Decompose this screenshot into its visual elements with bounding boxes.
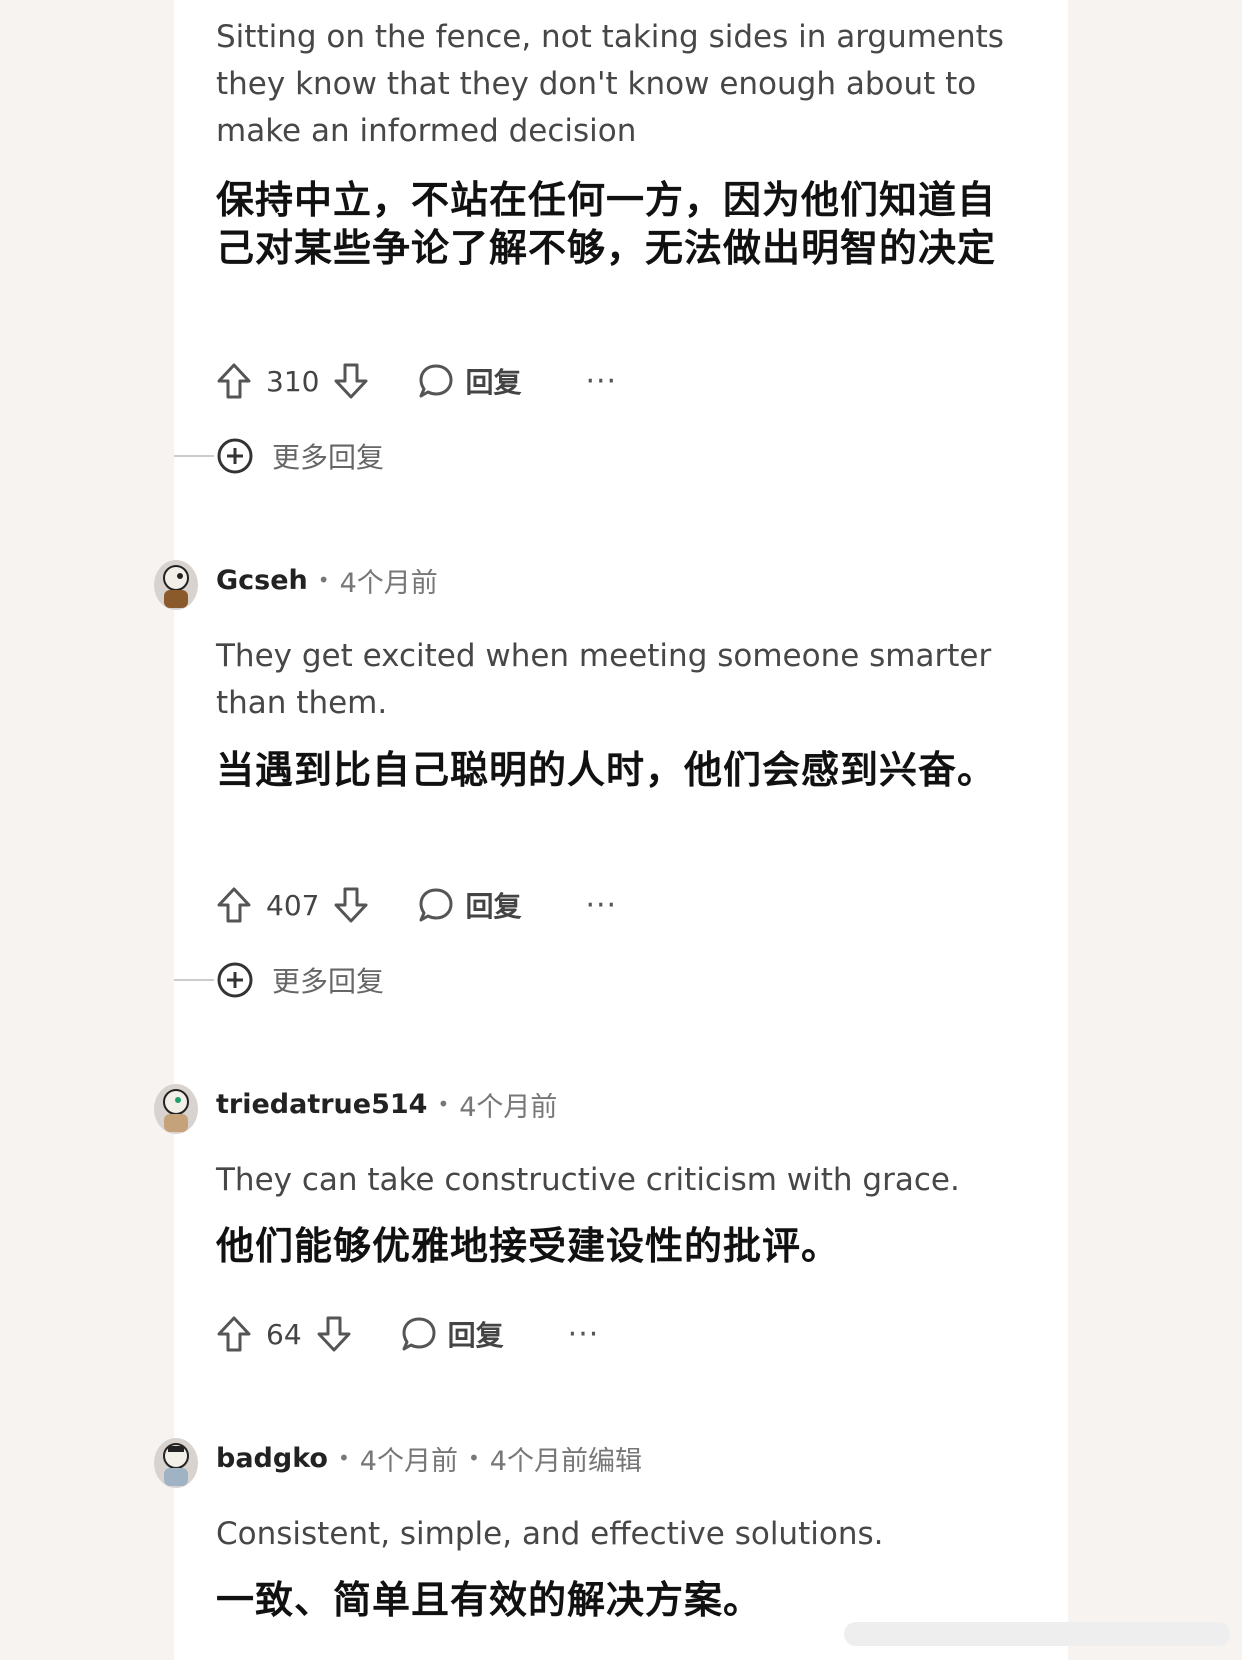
comment-translation: 他们能够优雅地接受建设性的批评。 bbox=[216, 1222, 1016, 1270]
comment-body: They can take constructive criticism wit… bbox=[216, 1157, 1016, 1204]
comment-actions: 407 回复 ··· bbox=[216, 883, 617, 927]
comment-body: Consistent, simple, and effective soluti… bbox=[216, 1511, 1016, 1558]
more-replies-button[interactable]: 更多回复 bbox=[216, 436, 384, 476]
comment-bubble-icon bbox=[419, 364, 453, 398]
comment-text-chinese: 当遇到比自己聪明的人时，他们会感到兴奋。 bbox=[216, 748, 997, 792]
comment-thread-panel: Sitting on the fence, not taking sides i… bbox=[154, 0, 1068, 1660]
more-options-icon[interactable]: ··· bbox=[585, 364, 617, 399]
expand-plus-icon bbox=[217, 962, 253, 998]
comment-header: badgko • 4个月前 • 4个月前编辑 bbox=[216, 1438, 642, 1478]
comment-text-chinese: 他们能够优雅地接受建设性的批评。 bbox=[216, 1224, 841, 1268]
downvote-icon[interactable] bbox=[333, 362, 369, 400]
comment-actions: 64 回复 ··· bbox=[216, 1312, 599, 1356]
more-replies-button[interactable]: 更多回复 bbox=[216, 960, 384, 1000]
reply-button[interactable]: 回复 bbox=[400, 1314, 504, 1354]
more-options-icon[interactable]: ··· bbox=[585, 888, 617, 923]
comment-actions: 310 回复 ··· bbox=[216, 359, 617, 403]
comment-text-english: They get excited when meeting someone sm… bbox=[216, 638, 992, 721]
vote-count: 64 bbox=[266, 1317, 302, 1351]
comment-translation: 一致、简单且有效的解决方案。 bbox=[216, 1576, 1016, 1624]
comment-body: Sitting on the fence, not taking sides i… bbox=[216, 14, 1016, 155]
author-name[interactable]: triedatrue514 bbox=[216, 1089, 427, 1120]
avatar[interactable] bbox=[154, 1084, 198, 1134]
reply-label: 回复 bbox=[465, 366, 522, 399]
vote-count: 407 bbox=[266, 888, 320, 922]
comment-translation: 保持中立，不站在任何一方，因为他们知道自己对某些争论了解不够，无法做出明智的决定 bbox=[216, 176, 1016, 272]
upvote-icon[interactable] bbox=[216, 362, 252, 400]
watermark bbox=[844, 1622, 1230, 1646]
thread-connector bbox=[174, 455, 214, 457]
vote-count: 310 bbox=[266, 364, 320, 398]
timestamp[interactable]: 4个月前 bbox=[340, 561, 438, 600]
reply-button[interactable]: 回复 bbox=[417, 885, 521, 925]
comment-text-chinese: 一致、简单且有效的解决方案。 bbox=[216, 1578, 763, 1622]
downvote-icon[interactable] bbox=[316, 1315, 352, 1353]
comment-text-english: Consistent, simple, and effective soluti… bbox=[216, 1516, 884, 1552]
comment-body: They get excited when meeting someone sm… bbox=[216, 633, 1016, 727]
author-name[interactable]: Gcseh bbox=[216, 565, 308, 596]
reply-button[interactable]: 回复 bbox=[417, 361, 521, 401]
reply-label: 回复 bbox=[465, 890, 522, 923]
more-replies-label: 更多回复 bbox=[272, 965, 385, 998]
timestamp[interactable]: 4个月前 bbox=[360, 1439, 458, 1478]
avatar[interactable] bbox=[154, 1438, 198, 1488]
edited-timestamp: 4个月前编辑 bbox=[489, 1445, 642, 1477]
comment-text-chinese: 保持中立，不站在任何一方，因为他们知道自己对某些争论了解不够，无法做出明智的决定 bbox=[216, 178, 997, 270]
reply-label: 回复 bbox=[447, 1319, 504, 1352]
comment-bubble-icon bbox=[402, 1317, 436, 1351]
more-options-icon[interactable]: ··· bbox=[568, 1317, 600, 1352]
separator: • bbox=[337, 1446, 350, 1470]
thread-connector bbox=[174, 979, 214, 981]
comment-header: triedatrue514 • 4个月前 bbox=[216, 1084, 557, 1124]
separator: • bbox=[317, 568, 330, 592]
downvote-icon[interactable] bbox=[333, 886, 369, 924]
comment-translation: 当遇到比自己聪明的人时，他们会感到兴奋。 bbox=[216, 746, 1016, 794]
comment-header: Gcseh • 4个月前 bbox=[216, 560, 438, 600]
separator: • bbox=[467, 1446, 480, 1470]
timestamp[interactable]: 4个月前 bbox=[459, 1085, 557, 1124]
upvote-icon[interactable] bbox=[216, 886, 252, 924]
comment-text-english: Sitting on the fence, not taking sides i… bbox=[216, 19, 1004, 149]
expand-plus-icon bbox=[217, 438, 253, 474]
separator: • bbox=[437, 1092, 450, 1116]
more-replies-label: 更多回复 bbox=[272, 441, 385, 474]
comment-text-english: They can take constructive criticism wit… bbox=[216, 1162, 960, 1198]
comment-bubble-icon bbox=[419, 888, 453, 922]
author-name[interactable]: badgko bbox=[216, 1443, 328, 1474]
upvote-icon[interactable] bbox=[216, 1315, 252, 1353]
avatar[interactable] bbox=[154, 560, 198, 610]
